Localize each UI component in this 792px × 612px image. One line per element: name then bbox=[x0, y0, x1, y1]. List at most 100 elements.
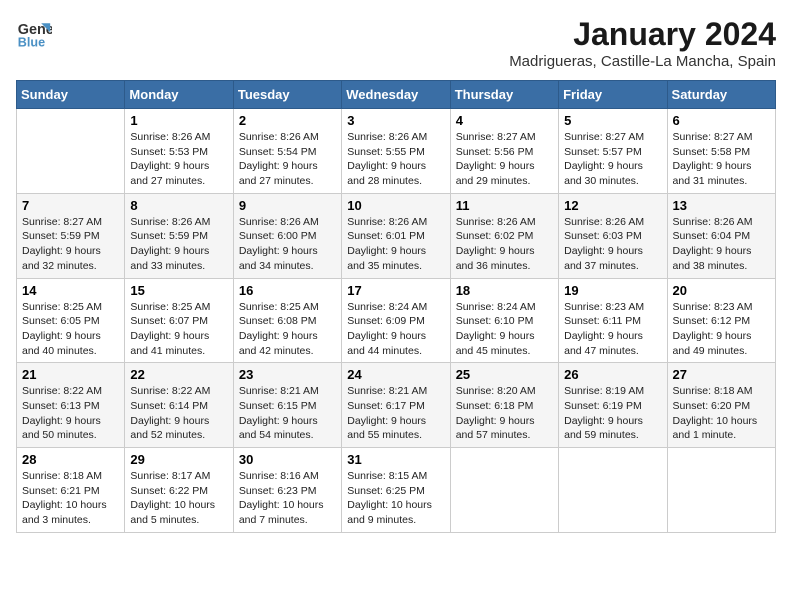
day-info: Sunrise: 8:26 AMSunset: 6:01 PMDaylight:… bbox=[347, 215, 444, 274]
day-number: 25 bbox=[456, 367, 553, 382]
day-info: Sunrise: 8:25 AMSunset: 6:08 PMDaylight:… bbox=[239, 300, 336, 359]
day-number: 17 bbox=[347, 283, 444, 298]
calendar-header: SundayMondayTuesdayWednesdayThursdayFrid… bbox=[17, 81, 776, 109]
day-number: 21 bbox=[22, 367, 119, 382]
day-number: 20 bbox=[673, 283, 770, 298]
calendar-cell: 9 Sunrise: 8:26 AMSunset: 6:00 PMDaylight… bbox=[233, 193, 341, 278]
calendar-cell bbox=[450, 448, 558, 533]
calendar-cell: 11 Sunrise: 8:26 AMSunset: 6:02 PMDayligh… bbox=[450, 193, 558, 278]
day-info: Sunrise: 8:27 AMSunset: 5:58 PMDaylight:… bbox=[673, 130, 770, 189]
week-row-3: 21 Sunrise: 8:22 AMSunset: 6:13 PMDayligh… bbox=[17, 363, 776, 448]
page-header: General Blue January 2024 Madrigueras, C… bbox=[16, 16, 776, 70]
title-block: January 2024 Madrigueras, Castille-La Ma… bbox=[509, 16, 776, 70]
header-cell-saturday: Saturday bbox=[667, 81, 775, 109]
calendar-cell: 20 Sunrise: 8:23 AMSunset: 6:12 PMDayligh… bbox=[667, 278, 775, 363]
header-cell-sunday: Sunday bbox=[17, 81, 125, 109]
day-info: Sunrise: 8:26 AMSunset: 6:04 PMDaylight:… bbox=[673, 215, 770, 274]
day-info: Sunrise: 8:25 AMSunset: 6:05 PMDaylight:… bbox=[22, 300, 119, 359]
day-number: 13 bbox=[673, 198, 770, 213]
header-row: SundayMondayTuesdayWednesdayThursdayFrid… bbox=[17, 81, 776, 109]
day-number: 2 bbox=[239, 113, 336, 128]
calendar-cell: 18 Sunrise: 8:24 AMSunset: 6:10 PMDayligh… bbox=[450, 278, 558, 363]
calendar-cell: 8 Sunrise: 8:26 AMSunset: 5:59 PMDaylight… bbox=[125, 193, 233, 278]
week-row-1: 7 Sunrise: 8:27 AMSunset: 5:59 PMDaylight… bbox=[17, 193, 776, 278]
calendar-cell: 23Sunrise: 8:21 AMSunset: 6:15 PMDayligh… bbox=[233, 363, 341, 448]
calendar-body: 1Sunrise: 8:26 AMSunset: 5:53 PMDaylight… bbox=[17, 109, 776, 533]
day-number: 11 bbox=[456, 198, 553, 213]
day-info: Sunrise: 8:26 AMSunset: 5:59 PMDaylight:… bbox=[130, 215, 227, 274]
svg-text:Blue: Blue bbox=[18, 36, 45, 50]
calendar-cell: 3 Sunrise: 8:26 AMSunset: 5:55 PMDaylight… bbox=[342, 109, 450, 194]
day-info: Sunrise: 8:27 AMSunset: 5:56 PMDaylight:… bbox=[456, 130, 553, 189]
calendar-cell: 27 Sunrise: 8:18 AMSunset: 6:20 PMDayligh… bbox=[667, 363, 775, 448]
calendar-cell: 22Sunrise: 8:22 AMSunset: 6:14 PMDayligh… bbox=[125, 363, 233, 448]
day-number: 6 bbox=[673, 113, 770, 128]
day-number: 29 bbox=[130, 452, 227, 467]
day-number: 22 bbox=[130, 367, 227, 382]
day-number: 27 bbox=[673, 367, 770, 382]
calendar-cell: 12Sunrise: 8:26 AMSunset: 6:03 PMDayligh… bbox=[559, 193, 667, 278]
day-info: Sunrise: 8:20 AMSunset: 6:18 PMDaylight:… bbox=[456, 384, 553, 443]
header-cell-monday: Monday bbox=[125, 81, 233, 109]
calendar-cell: 17Sunrise: 8:24 AMSunset: 6:09 PMDayligh… bbox=[342, 278, 450, 363]
day-number: 12 bbox=[564, 198, 661, 213]
day-number: 18 bbox=[456, 283, 553, 298]
header-cell-wednesday: Wednesday bbox=[342, 81, 450, 109]
day-info: Sunrise: 8:23 AMSunset: 6:12 PMDaylight:… bbox=[673, 300, 770, 359]
calendar-cell: 1Sunrise: 8:26 AMSunset: 5:53 PMDaylight… bbox=[125, 109, 233, 194]
calendar-cell: 4 Sunrise: 8:27 AMSunset: 5:56 PMDaylight… bbox=[450, 109, 558, 194]
calendar-cell: 19 Sunrise: 8:23 AMSunset: 6:11 PMDayligh… bbox=[559, 278, 667, 363]
calendar-cell: 13 Sunrise: 8:26 AMSunset: 6:04 PMDayligh… bbox=[667, 193, 775, 278]
calendar-cell: 30 Sunrise: 8:16 AMSunset: 6:23 PMDayligh… bbox=[233, 448, 341, 533]
calendar-cell: 5 Sunrise: 8:27 AMSunset: 5:57 PMDaylight… bbox=[559, 109, 667, 194]
day-info: Sunrise: 8:26 AMSunset: 5:55 PMDaylight:… bbox=[347, 130, 444, 189]
day-info: Sunrise: 8:25 AMSunset: 6:07 PMDaylight:… bbox=[130, 300, 227, 359]
day-number: 16 bbox=[239, 283, 336, 298]
location-title: Madrigueras, Castille-La Mancha, Spain bbox=[509, 53, 776, 70]
day-number: 3 bbox=[347, 113, 444, 128]
calendar-cell: 25 Sunrise: 8:20 AMSunset: 6:18 PMDayligh… bbox=[450, 363, 558, 448]
calendar-cell: 7 Sunrise: 8:27 AMSunset: 5:59 PMDaylight… bbox=[17, 193, 125, 278]
day-number: 15 bbox=[130, 283, 227, 298]
week-row-2: 14 Sunrise: 8:25 AMSunset: 6:05 PMDayligh… bbox=[17, 278, 776, 363]
header-cell-friday: Friday bbox=[559, 81, 667, 109]
day-info: Sunrise: 8:26 AMSunset: 6:02 PMDaylight:… bbox=[456, 215, 553, 274]
day-number: 4 bbox=[456, 113, 553, 128]
day-info: Sunrise: 8:22 AMSunset: 6:13 PMDaylight:… bbox=[22, 384, 119, 443]
day-number: 19 bbox=[564, 283, 661, 298]
day-info: Sunrise: 8:26 AMSunset: 6:00 PMDaylight:… bbox=[239, 215, 336, 274]
day-info: Sunrise: 8:23 AMSunset: 6:11 PMDaylight:… bbox=[564, 300, 661, 359]
calendar-cell: 6 Sunrise: 8:27 AMSunset: 5:58 PMDaylight… bbox=[667, 109, 775, 194]
calendar-table: SundayMondayTuesdayWednesdayThursdayFrid… bbox=[16, 80, 776, 533]
day-info: Sunrise: 8:24 AMSunset: 6:10 PMDaylight:… bbox=[456, 300, 553, 359]
week-row-0: 1Sunrise: 8:26 AMSunset: 5:53 PMDaylight… bbox=[17, 109, 776, 194]
calendar-cell: 15 Sunrise: 8:25 AMSunset: 6:07 PMDayligh… bbox=[125, 278, 233, 363]
day-number: 7 bbox=[22, 198, 119, 213]
calendar-cell bbox=[667, 448, 775, 533]
day-number: 23 bbox=[239, 367, 336, 382]
day-info: Sunrise: 8:18 AMSunset: 6:21 PMDaylight:… bbox=[22, 469, 119, 528]
day-info: Sunrise: 8:18 AMSunset: 6:20 PMDaylight:… bbox=[673, 384, 770, 443]
logo-icon: General Blue bbox=[16, 16, 52, 52]
calendar-cell bbox=[17, 109, 125, 194]
calendar-cell: 26 Sunrise: 8:19 AMSunset: 6:19 PMDayligh… bbox=[559, 363, 667, 448]
day-info: Sunrise: 8:27 AMSunset: 5:57 PMDaylight:… bbox=[564, 130, 661, 189]
day-number: 8 bbox=[130, 198, 227, 213]
day-info: Sunrise: 8:17 AMSunset: 6:22 PMDaylight:… bbox=[130, 469, 227, 528]
day-number: 1 bbox=[130, 113, 227, 128]
day-info: Sunrise: 8:15 AMSunset: 6:25 PMDaylight:… bbox=[347, 469, 444, 528]
day-number: 26 bbox=[564, 367, 661, 382]
day-info: Sunrise: 8:19 AMSunset: 6:19 PMDaylight:… bbox=[564, 384, 661, 443]
day-info: Sunrise: 8:27 AMSunset: 5:59 PMDaylight:… bbox=[22, 215, 119, 274]
calendar-cell: 2Sunrise: 8:26 AMSunset: 5:54 PMDaylight… bbox=[233, 109, 341, 194]
header-cell-thursday: Thursday bbox=[450, 81, 558, 109]
day-number: 9 bbox=[239, 198, 336, 213]
calendar-cell: 14 Sunrise: 8:25 AMSunset: 6:05 PMDayligh… bbox=[17, 278, 125, 363]
day-number: 14 bbox=[22, 283, 119, 298]
day-number: 31 bbox=[347, 452, 444, 467]
calendar-cell: 31 Sunrise: 8:15 AMSunset: 6:25 PMDayligh… bbox=[342, 448, 450, 533]
header-cell-tuesday: Tuesday bbox=[233, 81, 341, 109]
day-number: 5 bbox=[564, 113, 661, 128]
day-info: Sunrise: 8:16 AMSunset: 6:23 PMDaylight:… bbox=[239, 469, 336, 528]
day-number: 30 bbox=[239, 452, 336, 467]
